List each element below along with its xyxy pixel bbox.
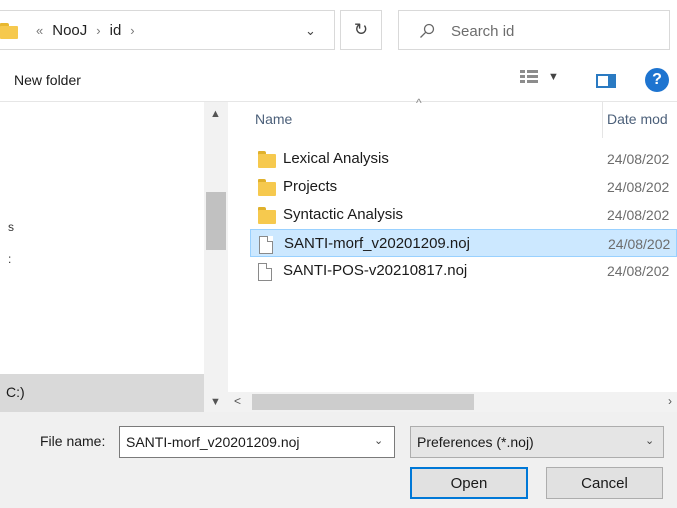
- scrollbar-thumb[interactable]: [252, 394, 474, 410]
- help-icon[interactable]: ?: [645, 68, 669, 92]
- view-options-button[interactable]: ▼: [520, 70, 559, 83]
- file-name: SANTI-POS-v20210817.noj: [283, 262, 468, 279]
- folder-icon: [258, 151, 276, 168]
- new-folder-button[interactable]: New folder: [14, 72, 81, 88]
- column-divider[interactable]: [602, 102, 603, 138]
- file-date: 24/08/202: [607, 179, 670, 195]
- list-item[interactable]: Lexical Analysis 24/08/202: [250, 145, 677, 173]
- nav-item-local-disk[interactable]: C:): [0, 374, 204, 412]
- refresh-icon: ↻: [353, 20, 369, 39]
- file-icon: [259, 236, 273, 254]
- file-name-field[interactable]: SANTI-morf_v20201209.noj: [126, 434, 300, 450]
- sort-ascending-icon: ^: [416, 96, 422, 110]
- search-input[interactable]: [451, 20, 651, 42]
- file-type-value: Preferences (*.noj): [417, 434, 534, 450]
- breadcrumb-item-id[interactable]: id: [110, 22, 122, 39]
- open-button[interactable]: Open: [410, 467, 528, 499]
- list-item[interactable]: Projects 24/08/202: [250, 173, 677, 201]
- file-name-label: File name:: [40, 433, 106, 449]
- nav-scrollbar[interactable]: ▲ ▼: [204, 102, 228, 412]
- scrollbar-thumb[interactable]: [206, 192, 226, 250]
- view-options-icon: [520, 70, 538, 83]
- preview-pane-icon[interactable]: [596, 74, 616, 88]
- chevron-down-icon[interactable]: ⌄: [305, 23, 316, 39]
- folder-icon: [258, 179, 276, 196]
- list-item-selected[interactable]: SANTI-morf_v20201209.noj 24/08/202: [250, 229, 677, 257]
- file-name: Lexical Analysis: [283, 150, 389, 167]
- caret-down-icon: ▼: [548, 70, 559, 83]
- search-box: [398, 10, 670, 50]
- address-bar[interactable]: « NooJ › id › ⌄: [0, 10, 335, 50]
- column-header-date[interactable]: Date mod: [607, 111, 668, 127]
- folder-icon: [0, 23, 22, 39]
- breadcrumb: « NooJ › id ›: [36, 22, 135, 39]
- refresh-button[interactable]: ↻: [340, 10, 382, 50]
- scroll-up-icon[interactable]: ▲: [210, 108, 221, 120]
- file-list: ^ Name Date mod Lexical Analysis 24/08/2…: [228, 96, 677, 412]
- file-date: 24/08/202: [607, 263, 670, 279]
- list-item[interactable]: SANTI-POS-v20210817.noj 24/08/202: [250, 257, 677, 285]
- chevron-down-icon: ⌄: [645, 435, 655, 447]
- file-name-combobox[interactable]: SANTI-morf_v20201209.noj ⌄: [119, 426, 395, 458]
- folder-icon: [258, 207, 276, 224]
- address-row: « NooJ › id › ⌄ ↻: [0, 0, 677, 58]
- scroll-down-icon[interactable]: ▼: [210, 396, 221, 408]
- toolbar: New folder ▼ ?: [0, 58, 677, 102]
- search-icon: [420, 23, 435, 38]
- file-name: SANTI-morf_v20201209.noj: [284, 235, 470, 252]
- breadcrumb-separator[interactable]: ›: [96, 23, 100, 38]
- breadcrumb-overflow[interactable]: «: [36, 23, 43, 38]
- scroll-left-icon[interactable]: <: [234, 394, 241, 408]
- horizontal-scrollbar[interactable]: < ›: [228, 392, 677, 412]
- column-header-name[interactable]: Name: [255, 111, 292, 127]
- file-name: Syntactic Analysis: [283, 206, 404, 223]
- file-date: 24/08/202: [607, 207, 670, 223]
- file-icon: [258, 263, 272, 281]
- cancel-button[interactable]: Cancel: [546, 467, 663, 499]
- file-date: 24/08/202: [608, 236, 671, 252]
- file-type-select[interactable]: Preferences (*.noj) ⌄: [410, 426, 664, 458]
- file-name: Projects: [283, 178, 338, 195]
- list-item[interactable]: Syntactic Analysis 24/08/202: [250, 201, 677, 229]
- scroll-right-icon[interactable]: ›: [668, 394, 672, 408]
- navigation-pane: s : C:) ▲ ▼: [0, 102, 228, 412]
- breadcrumb-item-nooj[interactable]: NooJ: [52, 22, 87, 39]
- nav-item-fragment[interactable]: s: [8, 220, 14, 234]
- nav-item-label: C:): [6, 384, 25, 400]
- file-date: 24/08/202: [607, 151, 670, 167]
- breadcrumb-separator[interactable]: ›: [130, 23, 134, 38]
- chevron-down-icon[interactable]: ⌄: [374, 434, 383, 447]
- nav-item-fragment[interactable]: :: [8, 252, 11, 266]
